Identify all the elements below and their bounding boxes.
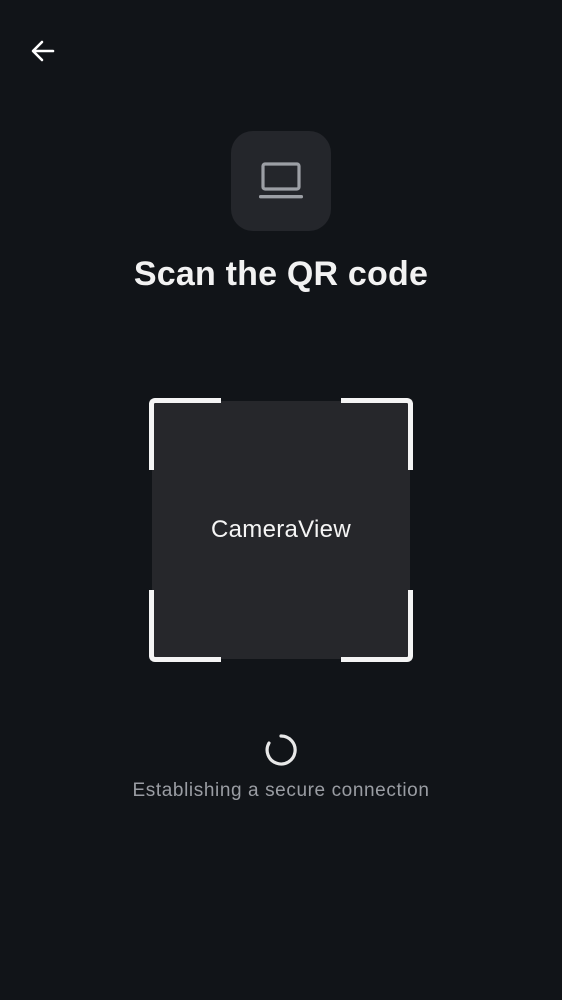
device-tile bbox=[231, 131, 331, 231]
scan-frame-corner-bottom-right bbox=[341, 590, 413, 662]
scan-frame-corner-top-right bbox=[341, 398, 413, 470]
arrow-left-icon bbox=[31, 40, 55, 62]
page-title: Scan the QR code bbox=[133, 255, 429, 293]
scan-frame-corner-top-left bbox=[149, 398, 221, 470]
camera-scanner: CameraView bbox=[149, 398, 413, 662]
loading-spinner-icon bbox=[265, 734, 297, 766]
scan-frame-corner-bottom-left bbox=[149, 590, 221, 662]
camera-view-label: CameraView bbox=[211, 516, 351, 543]
laptop-icon bbox=[259, 162, 303, 199]
back-button[interactable] bbox=[22, 30, 64, 72]
status-text: Establishing a secure connection bbox=[132, 780, 430, 801]
